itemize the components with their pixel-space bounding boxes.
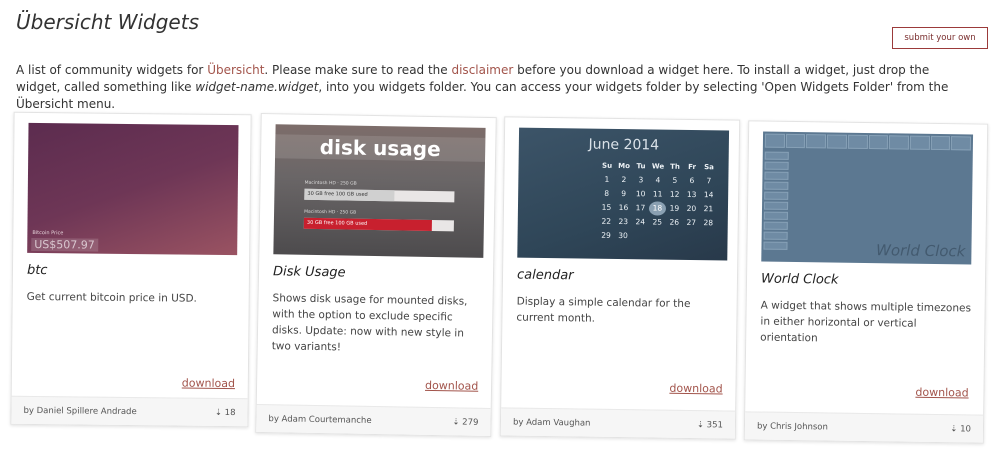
calendar-day: 9 [621, 189, 627, 199]
widget-name: btc [26, 262, 48, 279]
calendar-day [699, 230, 716, 244]
calendar-grid: Su Mo Tu We Th Fr Sa 1 2 3 4 5 6 7 8 9 10 11 12 13 14 15 16 17 1… [597, 159, 720, 245]
download-count: ⇣ 279 [452, 417, 479, 428]
calendar-day [648, 229, 665, 243]
download-link[interactable]: download [915, 386, 968, 400]
calendar-day [682, 230, 699, 244]
widget-card-btc: Bitcoin Price US$507.97 btc Get current … [10, 111, 252, 428]
calendar-day: 23 [618, 216, 629, 227]
calendar-day [631, 229, 648, 243]
calendar-month: June 2014 [588, 136, 660, 154]
calendar-weekday: Mo [618, 161, 631, 171]
disk-bar-text: 30 GB free 100 GB used [306, 219, 368, 227]
calendar-weekday: Tu [636, 162, 646, 171]
author: by Adam Vaughan [512, 417, 591, 429]
widget-card-calendar: June 2014 Su Mo Tu We Th Fr Sa 1 2 3 4 5 6 7 8 9 10 11 12 1… [499, 116, 741, 440]
disk-bar: 30 GB free 100 GB used [303, 217, 454, 232]
disk-label: Macintosh HD · 250 GB [304, 180, 357, 187]
calendar-day: 29 [601, 230, 611, 240]
calendar-day: 18 [648, 201, 667, 216]
card-footer: by Adam Courtemanche ⇣ 279 [256, 403, 491, 437]
download-count: ⇣ 18 [214, 407, 236, 419]
calendar-weekday: Th [670, 162, 680, 171]
author: by Daniel Spillere Andrade [23, 405, 137, 418]
calendar-weekday: Fr [688, 162, 697, 172]
calendar-day: 1 [604, 174, 610, 184]
widget-card-world-clock: World Clock World Clock A widget that sh… [743, 120, 989, 444]
calendar-day: 17 [635, 203, 646, 213]
calendar-day [665, 230, 682, 244]
calendar-day: 26 [669, 217, 680, 227]
calendar-day: 2 [621, 175, 627, 185]
calendar-weekday: Sa [704, 163, 714, 172]
clock-rows [763, 151, 789, 252]
calendar-day: 12 [669, 189, 680, 199]
calendar-day: 30 [618, 230, 628, 241]
calendar-day: 3 [638, 175, 644, 185]
calendar-day: 13 [686, 189, 697, 200]
widget-filename: widget-name.widget [195, 80, 319, 94]
calendar-day: 14 [703, 190, 714, 200]
intro-paragraph: A list of community widgets for Übersich… [16, 62, 976, 113]
disk-label: Macintosh HD · 250 GB [304, 209, 357, 216]
thumb-value: US$507.97 [31, 237, 98, 252]
page-title: Übersicht Widgets [16, 10, 199, 34]
download-link[interactable]: download [425, 379, 478, 393]
widget-thumbnail[interactable]: disk usage Macintosh HD · 250 GB 30 GB f… [273, 124, 486, 258]
author: by Adam Courtemanche [268, 414, 372, 426]
intro-text: A list of community widgets for [16, 63, 208, 77]
calendar-day: 20 [686, 203, 697, 214]
disk-bar: 30 GB free 100 GB used [304, 188, 455, 203]
calendar-day: 7 [706, 176, 712, 186]
widget-description: Display a simple calendar for the curren… [516, 295, 691, 325]
calendar-weekday: We [651, 162, 665, 171]
clock-columns [764, 133, 972, 151]
ubersicht-link[interactable]: Übersicht [207, 63, 264, 77]
download-count: ⇣ 10 [950, 424, 972, 435]
widget-name: calendar [516, 267, 574, 284]
author: by Chris Johnson [756, 421, 828, 433]
download-count: ⇣ 351 [696, 420, 724, 431]
calendar-day: 22 [601, 216, 612, 226]
card-footer: by Chris Johnson ⇣ 10 [744, 411, 984, 443]
download-link[interactable]: download [669, 382, 722, 396]
calendar-day: 6 [689, 175, 695, 186]
widget-name: World Clock [760, 271, 839, 288]
calendar-day: 10 [635, 189, 646, 199]
intro-text: . Please make sure to read the [264, 63, 452, 77]
calendar-day: 16 [618, 202, 629, 213]
disk-bar-text: 30 GB free 100 GB used [307, 190, 368, 198]
download-link[interactable]: download [182, 377, 235, 391]
thumb-title: disk usage [275, 134, 486, 162]
thumb-label: Bitcoin Price [32, 229, 64, 237]
calendar-day: 8 [604, 188, 610, 198]
disclaimer-link[interactable]: disclaimer [451, 63, 513, 77]
calendar-day: 4 [655, 175, 661, 185]
thumb-watermark: World Clock [875, 241, 966, 261]
calendar-day: 5 [672, 175, 678, 185]
widget-name: Disk Usage [272, 264, 346, 281]
widget-description: Shows disk usage for mounted disks, with… [271, 292, 468, 354]
calendar-weekday: Su [601, 161, 613, 170]
calendar-day: 15 [601, 202, 612, 212]
calendar-day: 27 [686, 217, 697, 228]
widget-description: A widget that shows multiple timezones i… [760, 299, 972, 345]
widget-thumbnail[interactable]: Bitcoin Price US$507.97 [27, 122, 239, 256]
widget-thumbnail[interactable]: June 2014 Su Mo Tu We Th Fr Sa 1 2 3 4 5 6 7 8 9 10 11 12 1… [517, 127, 730, 261]
card-footer: by Adam Vaughan ⇣ 351 [500, 407, 736, 439]
calendar-day: 21 [703, 204, 714, 214]
calendar-day: 19 [669, 203, 680, 213]
calendar-day: 24 [635, 217, 646, 227]
submit-your-own-button[interactable]: submit your own [892, 27, 988, 49]
widget-thumbnail[interactable]: World Clock [761, 131, 974, 265]
calendar-day: 28 [703, 218, 714, 228]
widget-card-disk-usage: disk usage Macintosh HD · 250 GB 30 GB f… [255, 112, 497, 438]
calendar-day: 11 [652, 189, 663, 199]
card-footer: by Daniel Spillere Andrade ⇣ 18 [11, 395, 248, 427]
calendar-day: 25 [652, 217, 663, 227]
widget-description: Get current bitcoin price in USD. [26, 290, 197, 305]
